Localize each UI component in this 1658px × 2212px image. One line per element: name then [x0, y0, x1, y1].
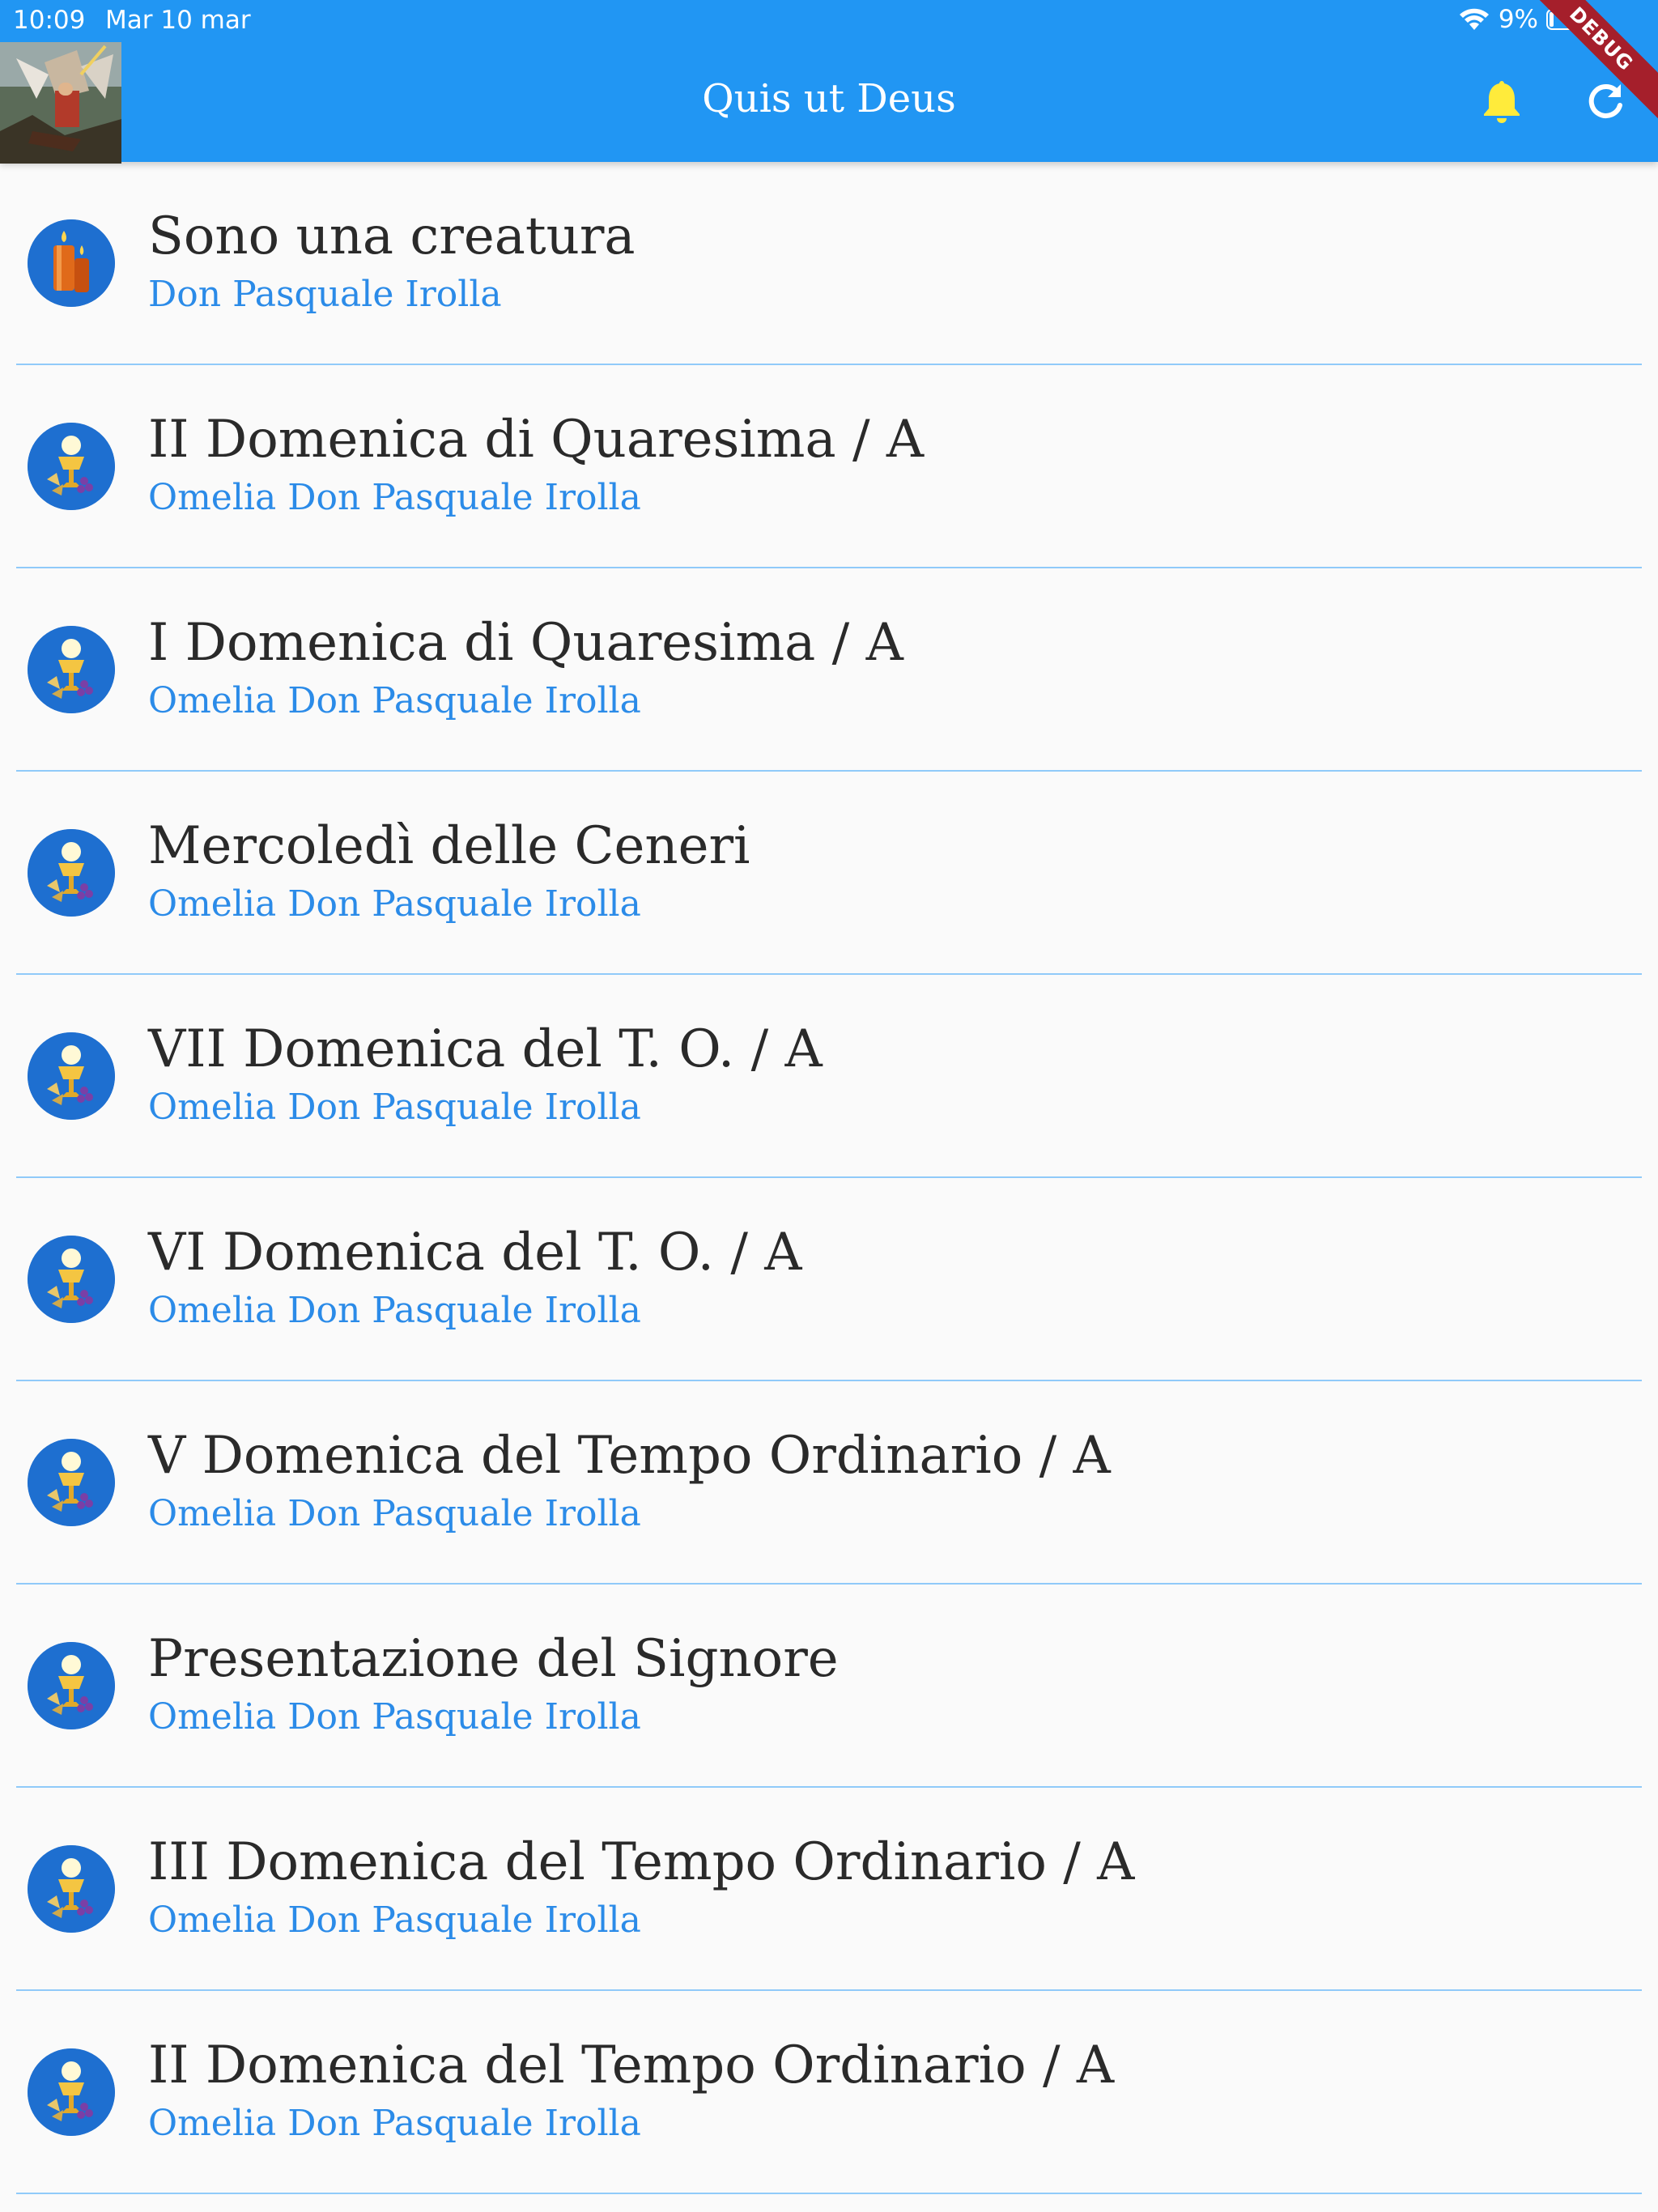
item-title: VI Domenica del T. O. / A: [148, 1223, 802, 1283]
candles-icon: [28, 219, 115, 307]
chalice-icon: [28, 2048, 115, 2136]
notifications-button[interactable]: [1473, 74, 1530, 131]
list-item[interactable]: I Domenica di Quaresima / A Omelia Don P…: [16, 568, 1642, 772]
item-subtitle: Omelia Don Pasquale Irolla: [148, 2103, 641, 2144]
list-item[interactable]: V Domenica del Tempo Ordinario / A Omeli…: [16, 1381, 1642, 1585]
item-title: V Domenica del Tempo Ordinario / A: [148, 1426, 1111, 1486]
item-subtitle: Omelia Don Pasquale Irolla: [148, 680, 641, 721]
chalice-icon: [28, 1236, 115, 1323]
app-title: Quis ut Deus: [702, 76, 956, 121]
battery-percentage: 9%: [1498, 5, 1538, 34]
list-item[interactable]: VII Domenica del T. O. / A Omelia Don Pa…: [16, 975, 1642, 1178]
item-subtitle: Omelia Don Pasquale Irolla: [148, 1899, 641, 1941]
chalice-icon: [28, 1032, 115, 1120]
item-title: II Domenica di Quaresima / A: [148, 410, 925, 470]
item-subtitle: Don Pasquale Irolla: [148, 274, 502, 315]
item-subtitle: Omelia Don Pasquale Irolla: [148, 1493, 641, 1534]
chalice-icon: [28, 626, 115, 713]
chalice-icon: [28, 423, 115, 510]
app-bar: 10:09 Mar 10 mar 9% Quis ut Deus: [0, 0, 1658, 164]
chalice-icon: [28, 829, 115, 917]
homily-list: Sono una creatura Don Pasquale Irolla II…: [0, 162, 1658, 2194]
chalice-icon: [28, 1845, 115, 1933]
chalice-icon: [28, 1236, 115, 1323]
item-title: Sono una creatura: [148, 206, 636, 266]
list-item[interactable]: Presentazione del Signore Omelia Don Pas…: [16, 1585, 1642, 1788]
app-root: 10:09 Mar 10 mar 9% Quis ut Deus DEBUG S…: [0, 0, 1658, 2212]
chalice-icon: [28, 1439, 115, 1526]
item-title: III Domenica del Tempo Ordinario / A: [148, 1832, 1135, 1892]
item-title: I Domenica di Quaresima / A: [148, 613, 903, 673]
list-item[interactable]: VI Domenica del T. O. / A Omelia Don Pas…: [16, 1178, 1642, 1381]
item-subtitle: Omelia Don Pasquale Irolla: [148, 1696, 641, 1738]
chalice-icon: [28, 1642, 115, 1729]
item-title: Presentazione del Signore: [148, 1629, 839, 1689]
list-item[interactable]: Mercoledì delle Ceneri Omelia Don Pasqua…: [16, 772, 1642, 975]
chalice-icon: [28, 1032, 115, 1120]
item-title: II Domenica del Tempo Ordinario / A: [148, 2035, 1115, 2095]
item-subtitle: Omelia Don Pasquale Irolla: [148, 1087, 641, 1128]
bell-icon: [1482, 79, 1522, 127]
status-time: 10:09: [13, 6, 86, 35]
list-item[interactable]: III Domenica del Tempo Ordinario / A Ome…: [16, 1788, 1642, 1991]
item-subtitle: Omelia Don Pasquale Irolla: [148, 477, 641, 518]
chalice-icon: [28, 626, 115, 713]
refresh-icon: [1585, 81, 1626, 125]
item-title: VII Domenica del T. O. / A: [148, 1019, 823, 1079]
chalice-icon: [28, 1439, 115, 1526]
status-bar: 10:09 Mar 10 mar 9%: [0, 0, 1658, 42]
chalice-icon: [28, 1642, 115, 1729]
chalice-icon: [28, 423, 115, 510]
list-item[interactable]: II Domenica del Tempo Ordinario / A Omel…: [16, 1991, 1642, 2194]
chalice-icon: [28, 829, 115, 917]
item-subtitle: Omelia Don Pasquale Irolla: [148, 1290, 641, 1331]
wifi-icon: [1458, 7, 1490, 32]
candles-icon: [28, 219, 115, 307]
item-title: Mercoledì delle Ceneri: [148, 816, 750, 876]
chalice-icon: [28, 2048, 115, 2136]
list-item[interactable]: II Domenica di Quaresima / A Omelia Don …: [16, 365, 1642, 568]
item-subtitle: Omelia Don Pasquale Irolla: [148, 883, 641, 925]
chalice-icon: [28, 1845, 115, 1933]
list-item[interactable]: Sono una creatura Don Pasquale Irolla: [16, 162, 1642, 365]
status-date: Mar 10 mar: [105, 6, 251, 35]
